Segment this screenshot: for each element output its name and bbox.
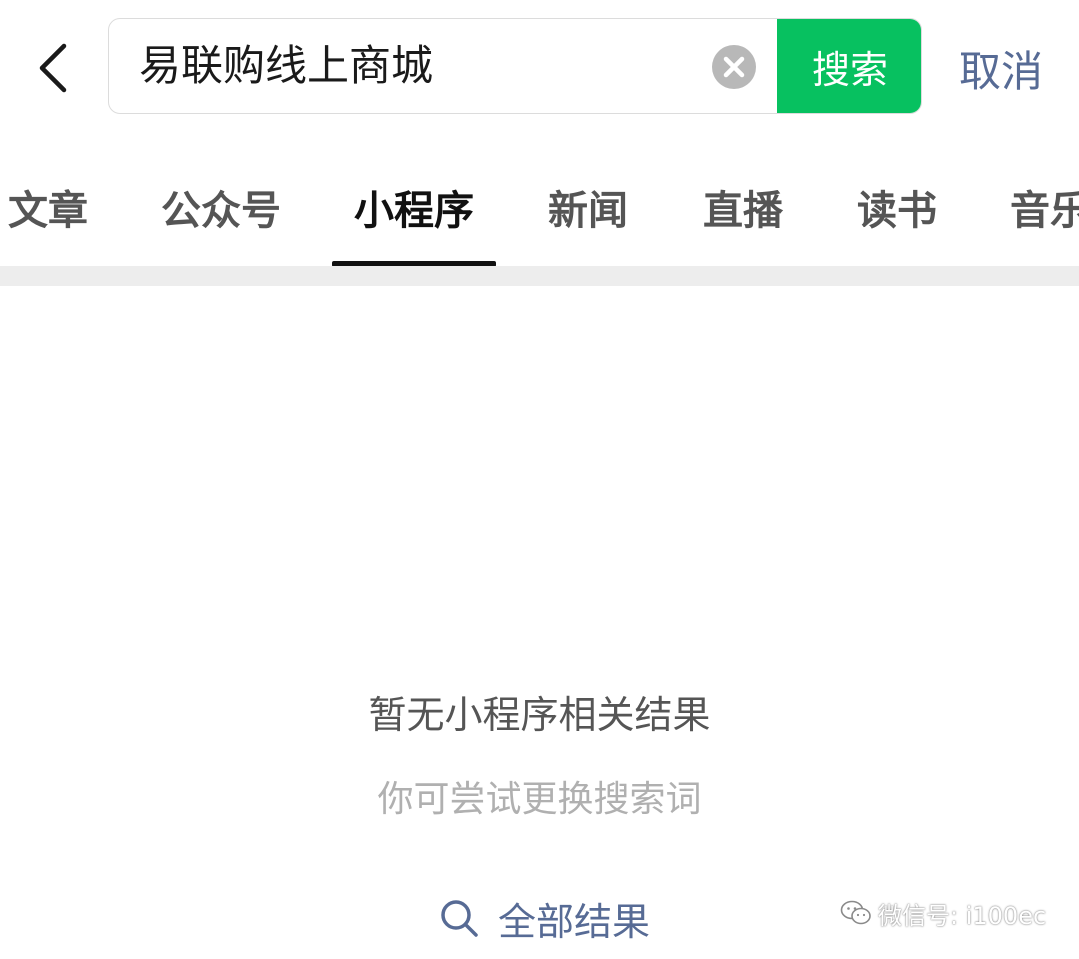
tab-official-accounts[interactable]: 公众号 xyxy=(161,178,281,236)
search-bar: 搜索 xyxy=(108,18,922,114)
section-divider xyxy=(0,266,1079,286)
watermark-text: 微信号: i100ec xyxy=(878,901,1047,930)
back-button[interactable] xyxy=(28,36,80,100)
category-tabs: 文章 公众号 小程序 新闻 直播 读书 音乐 xyxy=(0,160,1079,268)
cancel-button[interactable]: 取消 xyxy=(946,36,1056,100)
search-results-page: 搜索 取消 文章 公众号 小程序 新闻 直播 读书 音乐 暂无小程序相关结果 你… xyxy=(0,0,1079,959)
tab-articles[interactable]: 文章 xyxy=(8,178,88,236)
clear-search-button[interactable] xyxy=(712,45,756,89)
watermark: 微信号: i100ec xyxy=(840,893,1046,933)
chevron-left-icon xyxy=(39,43,67,93)
all-results-link[interactable]: 全部结果 xyxy=(438,890,650,946)
empty-state-title: 暂无小程序相关结果 xyxy=(368,693,711,737)
search-icon xyxy=(441,900,478,937)
empty-state-hint: 你可尝试更换搜索词 xyxy=(377,779,702,820)
tab-news[interactable]: 新闻 xyxy=(548,178,628,236)
tab-books[interactable]: 读书 xyxy=(857,178,937,236)
tab-mini-programs[interactable]: 小程序 xyxy=(354,178,474,236)
wechat-logo-icon xyxy=(840,900,871,925)
tab-live[interactable]: 直播 xyxy=(703,178,783,236)
all-results-label: 全部结果 xyxy=(498,899,651,944)
search-input[interactable] xyxy=(139,19,699,113)
search-button[interactable]: 搜索 xyxy=(777,19,921,113)
clear-icon xyxy=(723,56,745,78)
tab-music[interactable]: 音乐 xyxy=(1010,178,1079,236)
